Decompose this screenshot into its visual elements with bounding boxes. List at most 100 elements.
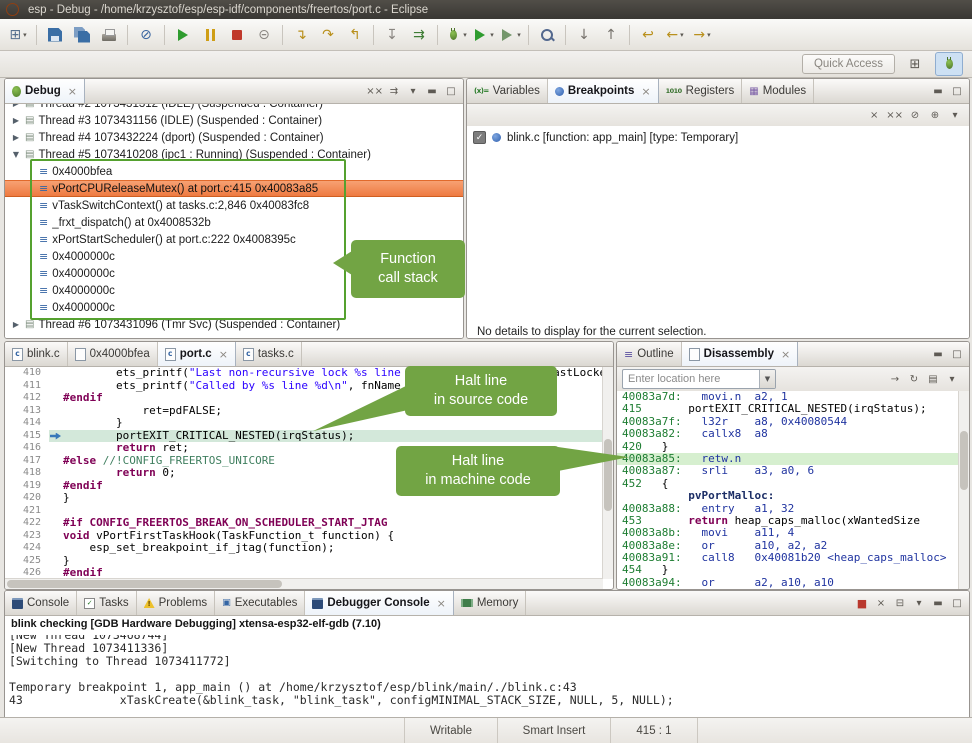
editor-vertical-scrollbar[interactable] xyxy=(602,367,613,579)
code-line[interactable]: 414 } xyxy=(5,417,603,430)
toolbar-debug-button[interactable]: ▾ xyxy=(443,23,469,47)
toolbar-suspend-button[interactable] xyxy=(197,23,223,47)
window-close-button[interactable] xyxy=(6,3,19,16)
toolbar-new-button[interactable]: ⊞▾ xyxy=(5,23,31,47)
breakpoint-row[interactable]: ✓ blink.c [function: app_main] [type: Te… xyxy=(467,126,969,149)
tab-outline[interactable]: ≡Outline xyxy=(617,342,682,366)
view-menu-button[interactable]: ▾ xyxy=(405,83,421,99)
toolbar-skip-all-breakpoints-button[interactable]: ⊘ xyxy=(133,23,159,47)
thread-row[interactable]: ▶▤Thread #3 1073431156 (IDLE) (Suspended… xyxy=(5,112,463,129)
code-line[interactable]: 415 portEXIT_CRITICAL_NESTED(irqStatus); xyxy=(5,430,603,443)
skip-button[interactable]: ⊘ xyxy=(907,107,923,123)
toolbar-step-over-button[interactable]: ↷ xyxy=(315,23,341,47)
toolbar-terminate-button[interactable] xyxy=(224,23,250,47)
tab-close-icon[interactable]: × xyxy=(437,597,446,610)
line-number[interactable]: 416 xyxy=(5,442,49,455)
breakpoint-checkbox[interactable]: ✓ xyxy=(473,131,486,144)
line-number[interactable]: 422 xyxy=(5,517,49,530)
tab-disassembly[interactable]: Disassembly× xyxy=(682,342,799,366)
stack-frame-row[interactable]: ≡0x4000000c xyxy=(5,299,463,316)
disassembly-line[interactable]: 40083a94: or a2, a10, a10 xyxy=(617,577,959,589)
tab-close-icon[interactable]: × xyxy=(68,85,77,98)
tab-tasks[interactable]: ✓Tasks xyxy=(77,591,136,615)
console-output[interactable]: [New Thread 1073468744][New Thread 10734… xyxy=(5,635,969,719)
thread-row[interactable]: ▶▤Thread #6 1073431096 (Tmr Svc) (Suspen… xyxy=(5,316,463,333)
line-number[interactable]: 423 xyxy=(5,530,49,543)
twisty-icon[interactable]: ▼ xyxy=(11,150,21,159)
line-number[interactable]: 425 xyxy=(5,555,49,568)
tab-close-icon[interactable]: × xyxy=(219,348,228,361)
disassembly-line[interactable]: 454 } xyxy=(617,564,959,576)
tab-breakpoints[interactable]: Breakpoints× xyxy=(548,79,659,103)
tab-executables[interactable]: ▣Executables xyxy=(215,591,305,615)
line-number[interactable]: 419 xyxy=(5,480,49,493)
instruction-stepping-button[interactable]: ⇉ xyxy=(386,83,402,99)
scrollbar-thumb[interactable] xyxy=(960,431,968,490)
maximize-button[interactable]: □ xyxy=(949,346,965,362)
line-number[interactable]: 410 xyxy=(5,367,49,380)
disassembly-line[interactable]: 40083a85: retw.n xyxy=(617,453,959,465)
minimize-button[interactable]: ▬ xyxy=(930,595,946,611)
add-button[interactable]: ⊕ xyxy=(927,107,943,123)
disassembly-line[interactable]: pvPortMalloc: xyxy=(617,490,959,502)
remove-terminated-button[interactable]: ×× xyxy=(366,83,383,99)
minimize-button[interactable]: ▬ xyxy=(930,83,946,99)
twisty-icon[interactable]: ▶ xyxy=(11,320,21,329)
code-line[interactable]: 422#if CONFIG_FREERTOS_BREAK_ON_SCHEDULE… xyxy=(5,517,603,530)
tab-memory[interactable]: Memory xyxy=(454,591,527,615)
tab-close-icon[interactable]: × xyxy=(641,85,650,98)
chevron-down-icon[interactable]: ▼ xyxy=(759,370,775,388)
minimize-button[interactable]: ▬ xyxy=(424,83,440,99)
refresh-button[interactable]: ↻ xyxy=(906,371,922,387)
view-menu-button[interactable]: ▾ xyxy=(947,107,963,123)
thread-row[interactable]: ▶▤Thread #4 1073432224 (dport) (Suspende… xyxy=(5,129,463,146)
tab-modules[interactable]: ▦Modules xyxy=(742,79,814,103)
line-number[interactable]: 414 xyxy=(5,417,49,430)
thread-row[interactable]: ▶▤Thread #2 1073431312 (IDLE) (Suspended… xyxy=(5,104,463,112)
line-number[interactable]: 415 xyxy=(5,430,49,443)
code-line[interactable]: 424 esp_set_breakpoint_if_jtag(function)… xyxy=(5,542,603,555)
code-line[interactable]: 423void vPortFirstTaskHook(TaskFunction_… xyxy=(5,530,603,543)
view-menu-button[interactable]: ▾ xyxy=(944,371,960,387)
toolbar-external-tools-button[interactable]: ▾ xyxy=(497,23,523,47)
toolbar-print-button[interactable] xyxy=(96,23,122,47)
toolbar-resume-button[interactable] xyxy=(170,23,196,47)
maximize-button[interactable]: □ xyxy=(949,83,965,99)
tab-tasks-c[interactable]: ctasks.c xyxy=(236,342,302,366)
code-line[interactable]: 425} xyxy=(5,555,603,568)
toolbar-step-return-button[interactable]: ↰ xyxy=(342,23,368,47)
source-mode-button[interactable]: ▤ xyxy=(925,371,941,387)
line-number[interactable]: 418 xyxy=(5,467,49,480)
tab-registers[interactable]: 1010Registers xyxy=(659,79,743,103)
toolbar-last-edit-location-button[interactable]: ↩ xyxy=(635,23,661,47)
toolbar-run-button[interactable]: ▾ xyxy=(470,23,496,47)
toolbar-save-button[interactable] xyxy=(42,23,68,47)
disassembly-line[interactable]: 40083a8b: movi a11, 4 xyxy=(617,527,959,539)
remove-all-button[interactable]: ×× xyxy=(886,107,903,123)
line-number[interactable]: 413 xyxy=(5,405,49,418)
toolbar-disconnect-button[interactable]: ⊝ xyxy=(251,23,277,47)
tab-blink-c[interactable]: cblink.c xyxy=(5,342,68,366)
debug-call-stack-tree[interactable]: ▶▤Thread #2 1073431312 (IDLE) (Suspended… xyxy=(5,104,463,338)
line-number[interactable]: 417 xyxy=(5,455,49,468)
disassembly-vertical-scrollbar[interactable] xyxy=(958,391,969,589)
twisty-icon[interactable]: ▶ xyxy=(11,104,21,108)
scrollbar-thumb[interactable] xyxy=(7,580,282,588)
maximize-button[interactable]: □ xyxy=(949,595,965,611)
minimize-button[interactable]: ▬ xyxy=(930,346,946,362)
twisty-icon[interactable]: ▶ xyxy=(11,133,21,142)
line-number[interactable]: 421 xyxy=(5,505,49,518)
locate-pc-button[interactable]: → xyxy=(887,371,903,387)
toolbar-next-annotation-button[interactable]: ↓ xyxy=(571,23,597,47)
location-combo[interactable]: Enter location here ▼ xyxy=(622,369,776,389)
breakpoints-list[interactable]: ✓ blink.c [function: app_main] [type: Te… xyxy=(467,126,969,338)
disassembly-line[interactable]: 40083a87: srli a3, a0, 6 xyxy=(617,465,959,477)
tab-debugger-console[interactable]: Debugger Console× xyxy=(305,591,453,615)
disassembly-line[interactable]: 40083a88: entry a1, 32 xyxy=(617,503,959,515)
remove-button[interactable]: × xyxy=(866,107,882,123)
stack-frame-row[interactable]: ≡0x4000bfea xyxy=(5,163,463,180)
line-number[interactable]: 420 xyxy=(5,492,49,505)
disassembly-line[interactable]: 40083a7d: movi.n a2, 1 xyxy=(617,391,959,403)
disassembly-listing[interactable]: 40083a7d: movi.n a2, 1415 portEXIT_CRITI… xyxy=(617,391,959,589)
stack-frame-row[interactable]: ≡vPortCPUReleaseMutex() at port.c:415 0x… xyxy=(5,180,463,197)
